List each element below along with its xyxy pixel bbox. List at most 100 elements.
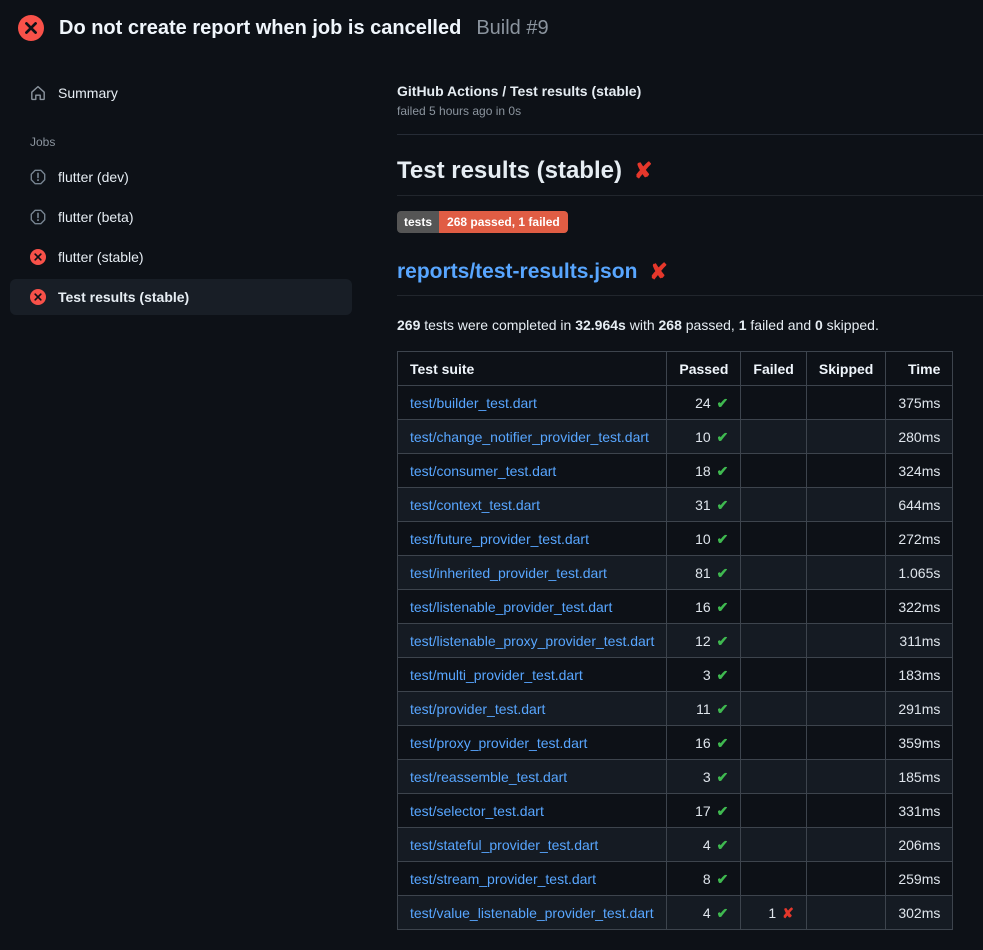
passed-cell: 8✔ <box>667 862 741 896</box>
passed-cell: 81✔ <box>667 556 741 590</box>
time-cell: 185ms <box>886 760 953 794</box>
failed-cell <box>741 522 806 556</box>
failed-cell <box>741 726 806 760</box>
report-title-link[interactable]: reports/test-results.json ✘ <box>397 260 983 296</box>
page-title: Do not create report when job is cancell… <box>59 17 461 40</box>
test-suite-link[interactable]: test/consumer_test.dart <box>410 463 556 479</box>
section-title-text: Test results (stable) <box>397 157 622 185</box>
table-row: test/consumer_test.dart18✔324ms <box>398 454 953 488</box>
test-suite-link[interactable]: test/inherited_provider_test.dart <box>410 565 607 581</box>
table-row: test/proxy_provider_test.dart16✔359ms <box>398 726 953 760</box>
table-header-row: Test suite Passed Failed Skipped Time <box>398 352 953 386</box>
test-suite-link[interactable]: test/selector_test.dart <box>410 803 544 819</box>
summary-segment: 269 <box>397 317 420 333</box>
failed-cell <box>741 556 806 590</box>
passed-cell: 16✔ <box>667 726 741 760</box>
table-row: test/multi_provider_test.dart3✔183ms <box>398 658 953 692</box>
skipped-cell <box>806 420 885 454</box>
test-suite-cell: test/stream_provider_test.dart <box>398 862 667 896</box>
check-icon: ✔ <box>717 701 729 717</box>
sidebar-item-test-results-stable[interactable]: Test results (stable) <box>10 279 352 315</box>
badge-value: 268 passed, 1 failed <box>439 211 568 233</box>
summary-segment: with <box>626 317 659 333</box>
test-suite-cell: test/consumer_test.dart <box>398 454 667 488</box>
test-suite-link[interactable]: test/proxy_provider_test.dart <box>410 735 587 751</box>
status-line: failed 5 hours ago in 0s <box>397 104 983 118</box>
test-results-table-body: test/builder_test.dart24✔375mstest/chang… <box>398 386 953 930</box>
skipped-cell <box>806 454 885 488</box>
time-cell: 272ms <box>886 522 953 556</box>
test-suite-link[interactable]: test/change_notifier_provider_test.dart <box>410 429 649 445</box>
skipped-cell <box>806 386 885 420</box>
failed-cell <box>741 386 806 420</box>
test-suite-cell: test/proxy_provider_test.dart <box>398 726 667 760</box>
test-suite-link[interactable]: test/value_listenable_provider_test.dart <box>410 905 654 921</box>
test-suite-link[interactable]: test/listenable_proxy_provider_test.dart <box>410 633 654 649</box>
test-suite-link[interactable]: test/context_test.dart <box>410 497 540 513</box>
test-suite-link[interactable]: test/listenable_provider_test.dart <box>410 599 612 615</box>
sidebar-item-summary[interactable]: Summary <box>10 75 352 111</box>
passed-cell: 4✔ <box>667 896 741 930</box>
time-cell: 322ms <box>886 590 953 624</box>
section-title: Test results (stable) ✘ <box>397 157 983 196</box>
failed-cell <box>741 590 806 624</box>
check-icon: ✔ <box>717 565 729 581</box>
skipped-cell <box>806 488 885 522</box>
app-header: Do not create report when job is cancell… <box>0 0 983 55</box>
sidebar-item-flutter-dev[interactable]: flutter (dev) <box>10 159 352 195</box>
test-suite-link[interactable]: test/reassemble_test.dart <box>410 769 567 785</box>
passed-cell: 12✔ <box>667 624 741 658</box>
check-icon: ✔ <box>717 803 729 819</box>
check-icon: ✔ <box>717 905 729 921</box>
test-suite-link[interactable]: test/multi_provider_test.dart <box>410 667 583 683</box>
home-icon <box>30 85 46 101</box>
passed-cell: 3✔ <box>667 760 741 794</box>
failed-cell <box>741 420 806 454</box>
tests-badge[interactable]: tests 268 passed, 1 failed <box>397 211 568 233</box>
test-suite-cell: test/builder_test.dart <box>398 386 667 420</box>
skipped-cell <box>806 692 885 726</box>
sidebar-item-flutter-beta[interactable]: flutter (beta) <box>10 199 352 235</box>
skipped-cell <box>806 726 885 760</box>
sidebar-item-flutter-stable[interactable]: flutter (stable) <box>10 239 352 275</box>
sidebar-item-label: flutter (dev) <box>58 168 129 186</box>
failed-x-icon: ✘ <box>649 261 667 283</box>
check-icon: ✔ <box>717 599 729 615</box>
test-suite-cell: test/provider_test.dart <box>398 692 667 726</box>
column-header-passed: Passed <box>667 352 741 386</box>
test-suite-cell: test/stateful_provider_test.dart <box>398 828 667 862</box>
passed-cell: 10✔ <box>667 522 741 556</box>
test-suite-cell: test/multi_provider_test.dart <box>398 658 667 692</box>
skipped-cell <box>806 590 885 624</box>
failed-cell <box>741 828 806 862</box>
failed-status-icon <box>18 15 44 41</box>
breadcrumb: GitHub Actions / Test results (stable) <box>397 83 983 99</box>
sidebar-item-label: flutter (beta) <box>58 208 133 226</box>
summary-segment: failed and <box>747 317 816 333</box>
time-cell: 206ms <box>886 828 953 862</box>
table-row: test/listenable_proxy_provider_test.dart… <box>398 624 953 658</box>
failed-x-icon: ✘ <box>634 160 652 182</box>
test-suite-link[interactable]: test/stream_provider_test.dart <box>410 871 596 887</box>
skipped-cell <box>806 522 885 556</box>
x-icon: ✘ <box>782 905 794 921</box>
passed-cell: 10✔ <box>667 420 741 454</box>
column-header-skipped: Skipped <box>806 352 885 386</box>
time-cell: 311ms <box>886 624 953 658</box>
test-suite-link[interactable]: test/stateful_provider_test.dart <box>410 837 598 853</box>
badge-label: tests <box>397 211 439 233</box>
failed-cell <box>741 454 806 488</box>
test-suite-link[interactable]: test/future_provider_test.dart <box>410 531 589 547</box>
time-cell: 644ms <box>886 488 953 522</box>
passed-cell: 31✔ <box>667 488 741 522</box>
sidebar: Summary Jobs flutter (dev) flut <box>0 55 380 319</box>
failed-cell <box>741 488 806 522</box>
test-suite-link[interactable]: test/builder_test.dart <box>410 395 537 411</box>
skipped-cell <box>806 896 885 930</box>
failed-cell: 1✘ <box>741 896 806 930</box>
table-row: test/context_test.dart 31✔ 644ms <box>398 488 953 522</box>
time-cell: 183ms <box>886 658 953 692</box>
test-suite-cell: test/inherited_provider_test.dart <box>398 556 667 590</box>
report-title-text: reports/test-results.json <box>397 260 637 284</box>
test-suite-link[interactable]: test/provider_test.dart <box>410 701 545 717</box>
